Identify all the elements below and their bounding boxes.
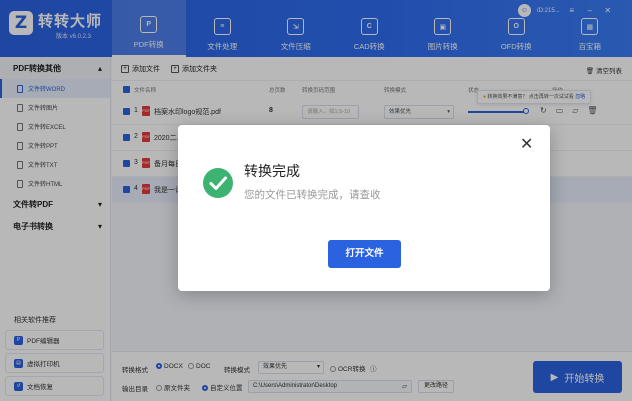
dialog-title: 转换完成 [244, 164, 300, 180]
close-icon[interactable]: ✕ [520, 137, 533, 153]
dialog-message: 您的文件已转换完成，请查收 [244, 189, 381, 201]
success-check-icon [203, 168, 233, 198]
conversion-complete-dialog: ✕ 转换完成 您的文件已转换完成，请查收 打开文件 [178, 125, 550, 291]
open-file-button[interactable]: 打开文件 [328, 240, 401, 268]
